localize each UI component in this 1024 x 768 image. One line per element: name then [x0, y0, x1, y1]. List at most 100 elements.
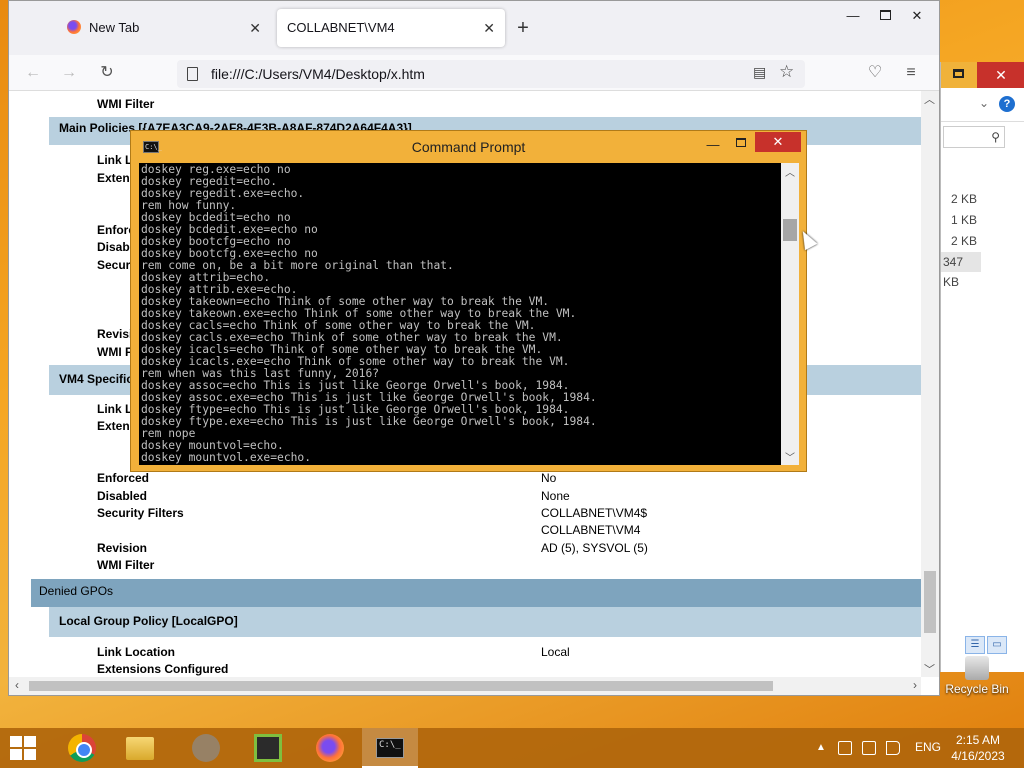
taskbar: C:\_ ▲ ENG 2:15 AM 4/16/2023 [0, 728, 1024, 768]
revision-label: Revision [97, 541, 148, 555]
help-icon[interactable]: ? [999, 96, 1015, 112]
firefox-taskbar-button[interactable] [302, 728, 358, 768]
show-hidden-icons-button[interactable]: ▲ [816, 742, 826, 753]
minimize-button[interactable]: — [703, 133, 723, 157]
chevron-left-icon[interactable]: ‹ [15, 678, 19, 692]
close-window-button[interactable]: ✕ [755, 132, 801, 152]
reader-view-icon[interactable]: ▤ [753, 64, 766, 81]
vm-icon [254, 734, 282, 762]
chevron-up-icon[interactable]: ︿ [785, 164, 795, 179]
vertical-scrollbar[interactable]: ︿ ﹀ [921, 91, 939, 677]
chevron-down-icon[interactable]: ﹀ [924, 661, 935, 677]
volume-muted-icon[interactable] [886, 741, 900, 755]
network-icon[interactable] [862, 741, 876, 755]
large-icons-view-icon[interactable]: ▭ [987, 636, 1007, 654]
recycle-bin-shortcut[interactable]: Recycle Bin [944, 656, 1010, 696]
extensions-configured-label: Extensions Configured [97, 662, 229, 676]
star-icon[interactable]: ☆ [779, 62, 794, 82]
security-filter-value: COLLABNET\VM4$ [541, 506, 648, 520]
chevron-right-icon[interactable]: › [913, 678, 917, 692]
view-toggle: ☰ ▭ [965, 636, 1009, 654]
arrow-left-icon[interactable]: ← [21, 61, 45, 85]
arrow-right-icon[interactable]: → [57, 61, 81, 85]
partial-label: Securi [97, 258, 134, 272]
minimize-button[interactable]: — [837, 1, 869, 33]
app-taskbar-button[interactable] [178, 728, 234, 768]
clock[interactable]: 2:15 AM 4/16/2023 [946, 732, 1010, 764]
chrome-taskbar-button[interactable] [54, 728, 110, 768]
console-line: doskey ftype.exe=echo This is just like … [141, 415, 597, 428]
console-line: doskey mountvol.exe=echo. [141, 451, 312, 464]
partial-label: WMI F [97, 345, 133, 359]
cmd-taskbar-button[interactable]: C:\_ [362, 728, 418, 768]
scroll-thumb[interactable] [29, 681, 773, 691]
partial-label: Disabl [97, 240, 134, 254]
details-view-icon[interactable]: ☰ [965, 636, 985, 654]
explorer-search-input[interactable]: ⚲ [943, 126, 1005, 148]
partial-label: Link L [97, 402, 133, 416]
language-indicator[interactable]: ENG [915, 740, 941, 754]
explorer-ribbon: ⌄ ? [941, 88, 1024, 122]
horizontal-scrollbar[interactable]: ‹ › [9, 677, 921, 695]
tab-label: COLLABNET\VM4 [287, 20, 395, 35]
partial-label: Link L [97, 153, 133, 167]
pocket-icon[interactable]: ♡ [863, 61, 887, 85]
chrome-icon [68, 734, 96, 762]
maximize-icon[interactable] [953, 69, 964, 78]
disabled-label: Disabled [97, 489, 148, 503]
file-size: 2 KB [951, 234, 978, 248]
hamburger-menu-icon[interactable]: ≡ [899, 61, 923, 85]
maximize-button[interactable] [729, 133, 753, 157]
close-window-button[interactable]: ✕ [901, 1, 933, 33]
explorer-taskbar-button[interactable] [112, 728, 168, 768]
link-location-value: Local [541, 645, 570, 659]
chevron-down-icon[interactable]: ﹀ [785, 449, 795, 464]
partial-label: Revisi [97, 327, 133, 341]
recycle-bin-icon [965, 656, 989, 680]
wmi-filter-label: WMI Filter [97, 558, 155, 572]
security-filter-value: COLLABNET\VM4 [541, 523, 641, 537]
file-size-selected[interactable]: 347 KB [941, 252, 981, 289]
tab-new-tab[interactable]: New Tab ✕ [53, 9, 271, 47]
command-prompt-window: C:\_ Command Prompt — ✕ doskey reg.exe=e… [130, 130, 807, 472]
reload-icon[interactable]: ↻ [95, 61, 119, 85]
new-tab-button[interactable]: + [511, 16, 535, 40]
close-icon[interactable]: ✕ [483, 9, 495, 47]
cmd-titlebar[interactable]: C:\_ Command Prompt — ✕ [131, 131, 806, 163]
app-icon [192, 734, 220, 762]
file-size: 2 KB [951, 192, 978, 206]
firefox-icon [67, 20, 81, 34]
clock-time: 2:15 AM [955, 733, 1001, 747]
vm-taskbar-button[interactable] [240, 728, 296, 768]
recycle-bin-label: Recycle Bin [945, 682, 1009, 696]
url-bar[interactable]: file:///C:/Users/VM4/Desktop/x.htm ▤ ☆ [177, 60, 805, 88]
disabled-value: None [541, 489, 570, 503]
console-output[interactable]: doskey reg.exe=echo no doskey regedit=ech… [139, 163, 781, 465]
explorer-titlebar: ✕ [941, 62, 1024, 88]
tab-label: New Tab [89, 20, 140, 35]
file-size: 1 KB [951, 213, 978, 227]
close-icon[interactable]: ✕ [249, 9, 261, 47]
console-scrollbar[interactable]: ︿ ﹀ [781, 163, 799, 465]
tab-strip: New Tab ✕ COLLABNET\VM4 ✕ + — ✕ [9, 1, 939, 55]
page-icon [187, 67, 198, 81]
tab-collabnet-vm4[interactable]: COLLABNET\VM4 ✕ [277, 9, 505, 47]
maximize-icon [879, 10, 891, 20]
windows-logo-icon [10, 736, 36, 760]
revision-value: AD (5), SYSVOL (5) [541, 541, 648, 555]
cmd-icon: C:\_ [376, 738, 404, 758]
scroll-thumb[interactable] [783, 219, 797, 241]
start-button[interactable] [0, 728, 48, 768]
enforced-label: Enforced [97, 471, 150, 485]
action-center-icon[interactable] [838, 741, 852, 755]
chevron-up-icon[interactable]: ︿ [924, 91, 935, 107]
chevron-down-icon[interactable]: ⌄ [979, 96, 989, 110]
enforced-value: No [541, 471, 557, 485]
url-text[interactable]: file:///C:/Users/VM4/Desktop/x.htm [211, 66, 425, 82]
maximize-button[interactable] [869, 1, 901, 33]
console-line: doskey regedit.exe=echo. [141, 187, 305, 200]
link-location-label: Link Location [97, 645, 175, 659]
wmi-filter-label: WMI Filter [97, 97, 155, 111]
explorer-close-button[interactable]: ✕ [977, 62, 1024, 88]
scroll-thumb[interactable] [924, 571, 936, 633]
